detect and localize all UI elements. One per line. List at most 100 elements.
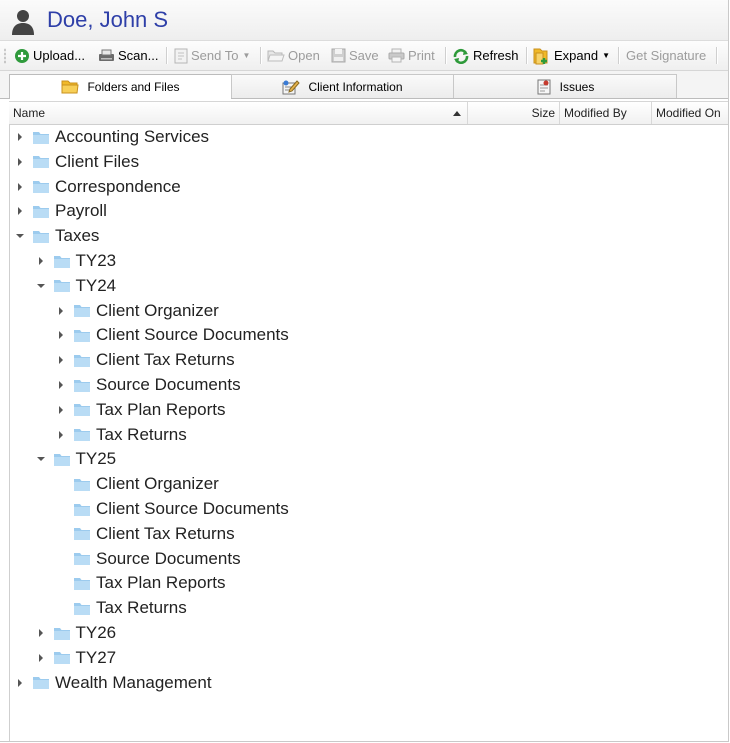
chevron-down-icon: ▼ [242,51,251,60]
tree-row[interactable]: TY24 [35,274,117,298]
tree-row[interactable]: Client Files [14,150,139,174]
column-header-label: Modified On [656,106,721,120]
get-signature-button[interactable]: Get Signature [626,41,706,70]
tree-item-label: Client Tax Returns [96,350,235,370]
client-information-icon [282,79,301,94]
expand-arrow-icon[interactable] [14,131,26,143]
folder-icon [53,280,70,293]
tree-item-label: Tax Returns [96,424,187,444]
expand-arrow-icon[interactable] [55,404,67,416]
upload-button[interactable]: Upload... [14,41,85,70]
tree-item-label: Accounting Services [55,127,210,146]
expand-arrow-icon[interactable] [55,305,67,317]
tree-row[interactable]: TY27 [35,646,116,670]
grid-column-header: Name Size Modified By Modified On [9,101,728,125]
tree-item-label: Payroll [55,201,107,221]
tree-item-label: Tax Plan Reports [96,399,226,419]
tree-item-label: Wealth Management [55,672,212,692]
tree-row[interactable]: Tax Plan Reports [55,398,225,422]
tab-strip: Folders and Files Client Information Iss… [0,71,728,99]
folder-icon [74,503,90,516]
expand-arrow-icon[interactable] [55,379,67,391]
expand-arrow-icon[interactable] [14,677,26,689]
folder-icon [33,156,49,169]
scan-button[interactable]: Scan... [98,41,158,70]
printer-icon [388,48,405,63]
refresh-button[interactable]: Refresh [452,41,519,70]
expand-button[interactable]: Expand ▼ [533,41,610,70]
toolbar-separator [166,47,168,64]
open-button[interactable]: Open [267,41,320,70]
column-header-label: Name [13,106,46,120]
chevron-down-icon: ▼ [602,51,611,60]
tree-item-label: TY26 [75,623,117,642]
column-header-modified-on[interactable]: Modified On [652,102,728,124]
tree-row[interactable]: Wealth Management [14,671,212,695]
tree-row[interactable]: Client Source Documents [55,497,289,521]
open-label: Open [288,48,320,63]
expand-arrow-icon[interactable] [14,205,26,217]
tree-item-label: TY24 [75,275,117,295]
tab-client-information[interactable]: Client Information [231,74,454,98]
send-to-label: Send To [191,48,239,63]
expand-arrow-icon[interactable] [35,652,47,664]
tree-item-label: Correspondence [55,176,181,196]
print-button[interactable]: Print [388,41,435,70]
column-header-name[interactable]: Name [9,102,468,124]
toolbar-separator [260,47,262,64]
expand-arrow-icon[interactable] [55,429,67,441]
scan-label: Scan... [118,48,159,63]
open-folder-icon [267,50,285,62]
tree-row[interactable]: Client Tax Returns [55,348,235,372]
save-button[interactable]: Save [331,41,379,70]
tree-row[interactable]: Client Organizer [55,299,219,323]
tree-row[interactable]: Client Source Documents [55,323,289,347]
tree-item-label: TY25 [75,449,117,469]
column-header-modified-by[interactable]: Modified By [560,102,652,124]
tree-row[interactable]: Source Documents [55,373,241,397]
tree-item-label: Client Organizer [96,300,219,320]
collapse-arrow-icon[interactable] [35,453,47,465]
tab-label: Client Information [308,79,403,94]
tree-row[interactable]: Tax Plan Reports [55,571,225,595]
tree-row[interactable]: Source Documents [55,547,241,571]
column-header-size[interactable]: Size [468,102,560,124]
tree-row[interactable]: TY26 [35,621,117,645]
expand-arrow-icon[interactable] [55,354,67,366]
tree-row[interactable]: Correspondence [14,175,181,199]
tree-row[interactable]: Tax Returns [55,423,187,447]
grid-left-border [9,101,10,741]
folder-icon [33,677,49,690]
tab-issues[interactable]: Issues [453,74,677,98]
folder-icon [74,602,90,615]
expand-arrow-icon[interactable] [35,627,47,639]
print-label: Print [408,48,435,63]
tree-row[interactable]: Accounting Services [14,125,209,149]
tree-row[interactable]: Taxes [14,224,99,248]
tree-row[interactable]: Tax Returns [55,596,187,620]
folder-icon [33,181,49,194]
collapse-arrow-icon[interactable] [14,230,26,242]
folder-icon [74,577,90,590]
tree-row[interactable]: Payroll [14,199,107,223]
send-to-icon [174,48,188,63]
tree-row[interactable]: Client Tax Returns [55,522,235,546]
collapse-arrow-icon[interactable] [35,280,47,292]
tree-row[interactable]: TY23 [35,249,116,273]
upload-icon [15,48,29,63]
tree-row[interactable]: TY25 [35,447,117,471]
sort-ascending-icon [453,111,461,116]
send-to-button[interactable]: Send To ▼ [174,41,250,70]
toolbar-grip [4,48,6,64]
expand-label: Expand [554,48,599,63]
expand-arrow-icon[interactable] [35,255,47,267]
tree-row[interactable]: Client Organizer [55,472,219,496]
client-name-title: Doe, John S [47,7,169,32]
tree-item-label: Client Files [55,151,140,171]
expand-arrow-icon[interactable] [14,156,26,168]
column-header-label: Size [531,106,555,120]
expand-arrow-icon[interactable] [55,329,67,341]
folder-icon [74,478,90,491]
tab-folders-and-files[interactable]: Folders and Files [9,74,232,99]
expand-arrow-icon[interactable] [14,181,26,193]
